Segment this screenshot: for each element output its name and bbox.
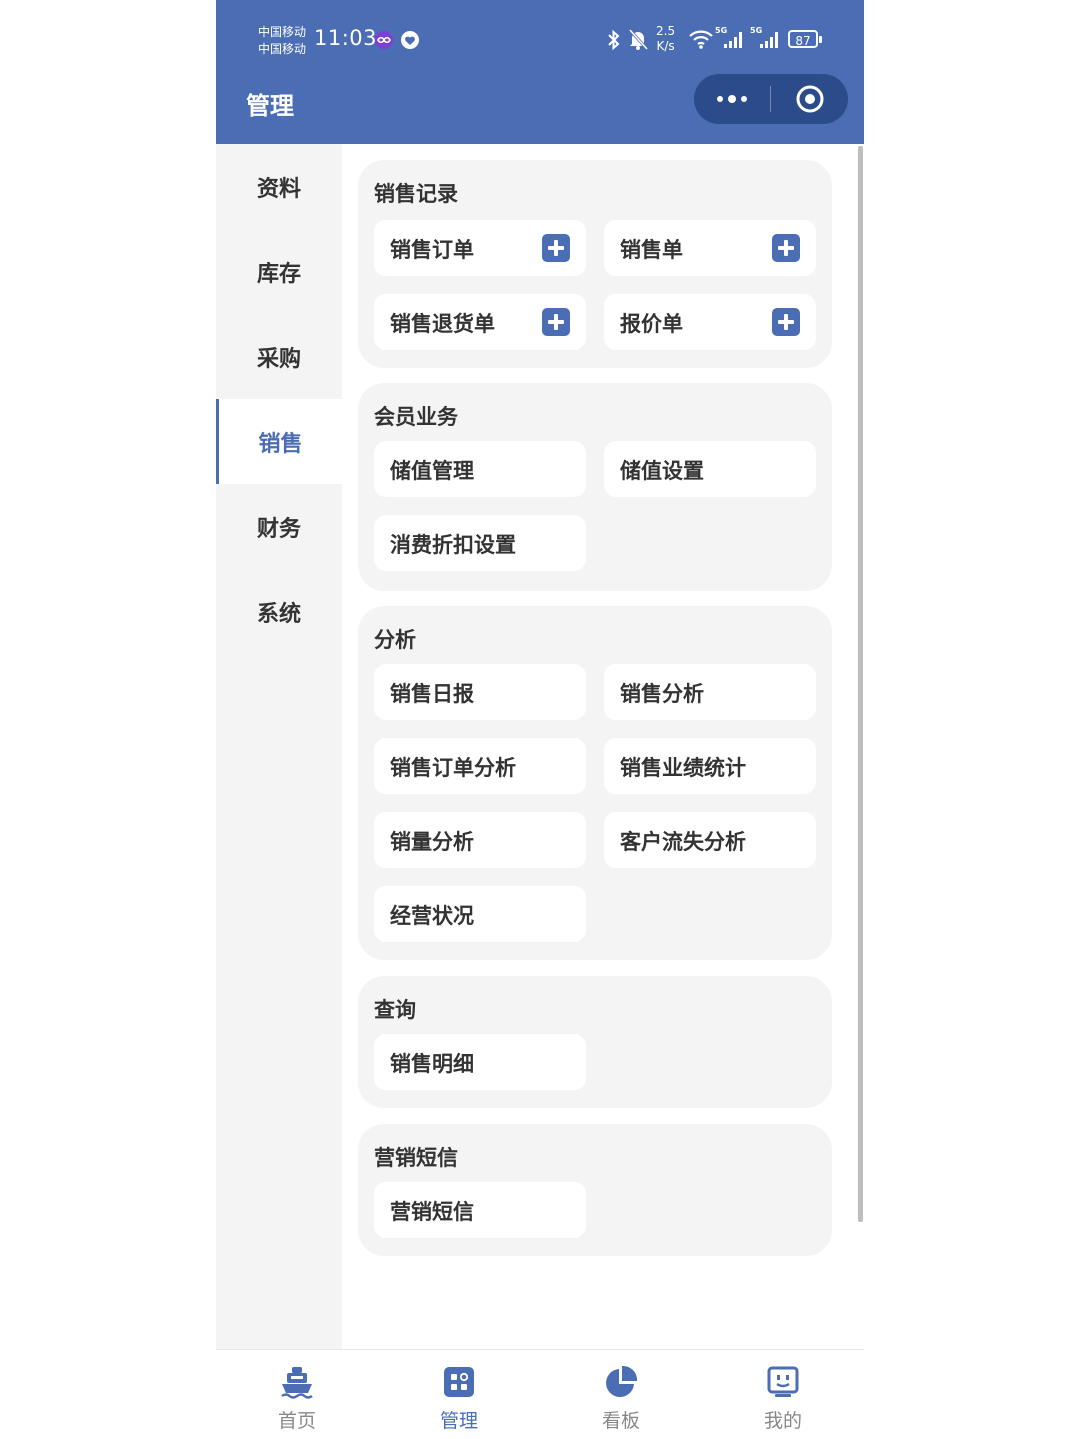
scrollbar[interactable] bbox=[858, 146, 863, 1222]
plus-icon[interactable] bbox=[542, 308, 570, 336]
section-member-business: 会员业务 储值管理 储值设置 消费折扣设置 bbox=[358, 383, 832, 591]
signal-bars-2-icon bbox=[760, 32, 778, 48]
sales-slip-button[interactable]: 销售单 bbox=[604, 220, 816, 276]
section-sales-records: 销售记录 销售订单 销售单 销售退货单 报价单 bbox=[358, 160, 832, 368]
quotation-button[interactable]: 报价单 bbox=[604, 294, 816, 350]
tab-bar: 首页 管理 看板 我的 bbox=[216, 1349, 864, 1439]
face-box-icon bbox=[767, 1366, 799, 1397]
section-marketing-sms: 营销短信 营销短信 bbox=[358, 1124, 832, 1256]
carrier-2: 中国移动 bbox=[258, 42, 307, 56]
tab-home[interactable]: 首页 bbox=[216, 1350, 378, 1439]
section-title: 会员业务 bbox=[374, 405, 458, 429]
sales-analysis-button[interactable]: 销售分析 bbox=[604, 664, 816, 720]
section-title: 分析 bbox=[374, 628, 416, 652]
sidebar-item-inventory[interactable]: 库存 bbox=[216, 229, 342, 314]
status-bar: 中国移动 中国移动 11:03 2.5 K/s 5G 5G 87 bbox=[216, 0, 864, 78]
stored-value-settings-button[interactable]: 储值设置 bbox=[604, 441, 816, 497]
section-title: 营销短信 bbox=[374, 1146, 458, 1170]
sales-performance-button[interactable]: 销售业绩统计 bbox=[604, 738, 816, 794]
category-sidebar: 资料 库存 采购 销售 财务 系统 bbox=[216, 144, 342, 1349]
capsule-divider bbox=[770, 86, 771, 112]
content-panel: 销售记录 销售订单 销售单 销售退货单 报价单 会员业务 储值管理 储值设置 消… bbox=[342, 144, 864, 1349]
carrier-1: 中国移动 bbox=[258, 25, 307, 39]
section-title: 销售记录 bbox=[374, 182, 458, 206]
sales-return-button[interactable]: 销售退货单 bbox=[374, 294, 586, 350]
grid-icon bbox=[444, 1367, 474, 1397]
sidebar-item-system[interactable]: 系统 bbox=[216, 569, 342, 654]
volume-analysis-button[interactable]: 销量分析 bbox=[374, 812, 586, 868]
infinity-app-icon bbox=[375, 31, 393, 49]
signal-bars-1-icon bbox=[724, 32, 742, 48]
tab-dashboard[interactable]: 看板 bbox=[540, 1350, 702, 1439]
target-circle-icon[interactable] bbox=[794, 83, 826, 115]
sidebar-item-sales[interactable]: 销售 bbox=[216, 399, 342, 484]
plus-icon[interactable] bbox=[772, 308, 800, 336]
section-query: 查询 销售明细 bbox=[358, 976, 832, 1108]
stored-value-management-button[interactable]: 储值管理 bbox=[374, 441, 586, 497]
ship-icon bbox=[281, 1367, 313, 1399]
section-title: 查询 bbox=[374, 998, 416, 1022]
tab-mine[interactable]: 我的 bbox=[702, 1350, 864, 1439]
header: 中国移动 中国移动 11:03 2.5 K/s 5G 5G 87 管理 bbox=[216, 0, 864, 144]
section-analysis: 分析 销售日报 销售分析 销售订单分析 销售业绩统计 销量分析 客户流失分析 经… bbox=[358, 606, 832, 960]
miniprogram-capsule bbox=[694, 74, 848, 124]
sidebar-item-finance[interactable]: 财务 bbox=[216, 484, 342, 569]
plus-icon[interactable] bbox=[542, 234, 570, 262]
app-screen: 中国移动 中国移动 11:03 2.5 K/s 5G 5G 87 管理 资料 库… bbox=[216, 0, 864, 1439]
clock: 11:03 bbox=[314, 26, 378, 50]
carrier-info: 中国移动 中国移动 bbox=[258, 24, 306, 58]
heart-shield-icon bbox=[401, 31, 419, 49]
business-status-button[interactable]: 经营状况 bbox=[374, 886, 586, 942]
sales-order-analysis-button[interactable]: 销售订单分析 bbox=[374, 738, 586, 794]
customer-churn-button[interactable]: 客户流失分析 bbox=[604, 812, 816, 868]
sales-detail-button[interactable]: 销售明细 bbox=[374, 1034, 586, 1090]
marketing-sms-button[interactable]: 营销短信 bbox=[374, 1182, 586, 1238]
page-title: 管理 bbox=[246, 92, 294, 120]
sidebar-item-profile[interactable]: 资料 bbox=[216, 144, 342, 229]
bluetooth-icon bbox=[608, 29, 620, 51]
more-dots-icon[interactable] bbox=[712, 85, 752, 113]
sales-daily-report-button[interactable]: 销售日报 bbox=[374, 664, 586, 720]
discount-settings-button[interactable]: 消费折扣设置 bbox=[374, 515, 586, 571]
sidebar-item-purchase[interactable]: 采购 bbox=[216, 314, 342, 399]
battery-indicator: 87 bbox=[788, 30, 822, 48]
net-speed: 2.5 K/s bbox=[656, 24, 676, 53]
sales-order-button[interactable]: 销售订单 bbox=[374, 220, 586, 276]
wifi-icon bbox=[689, 30, 713, 49]
plus-icon[interactable] bbox=[772, 234, 800, 262]
pie-chart-icon bbox=[606, 1365, 638, 1397]
tab-manage[interactable]: 管理 bbox=[378, 1350, 540, 1439]
mute-bell-icon bbox=[628, 28, 649, 51]
